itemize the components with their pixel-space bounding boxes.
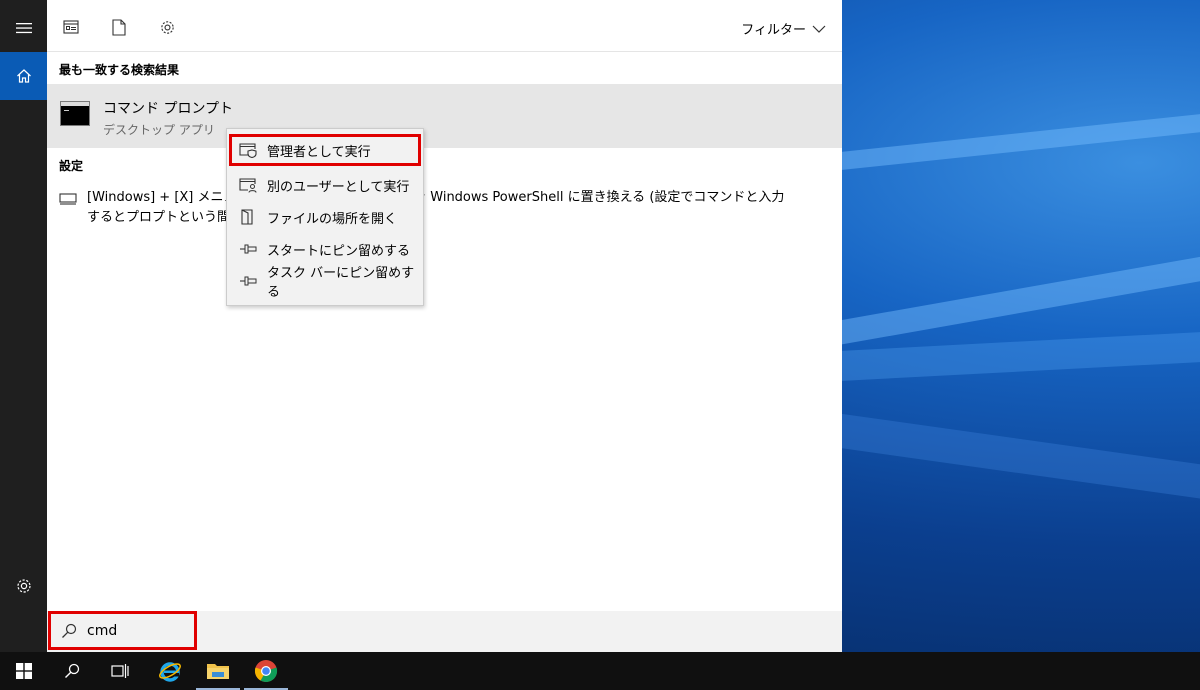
settings-result-line2: するとプロプトという間違 — [87, 210, 244, 225]
search-input[interactable]: cmd — [87, 623, 117, 639]
taskbar — [0, 652, 1200, 690]
settings-filter-button[interactable] — [158, 18, 176, 36]
menu-item-label: スタートにピン留めする — [267, 243, 411, 259]
home-icon — [16, 69, 31, 83]
settings-button[interactable] — [0, 562, 47, 610]
best-match-heading: 最も一致する検索結果 — [59, 63, 180, 77]
start-button[interactable] — [0, 652, 48, 690]
settings-result[interactable]: [Windows] + [X] メニュ ンプトを Windows PowerShe… — [59, 188, 829, 228]
wallpaper-ray — [821, 110, 1200, 172]
chrome-icon — [254, 660, 278, 683]
result-subtitle: デスクトップ アプリ — [103, 123, 215, 137]
search-panel: フィルター 最も一致する検索結果 コマンド プロンプト デスクトップ アプリ 設… — [47, 0, 842, 652]
menu-item-pin-to-start[interactable]: スタートにピン留めする — [235, 236, 417, 262]
apps-filter-button[interactable] — [62, 18, 80, 36]
window-list-icon — [63, 20, 79, 34]
search-box[interactable]: cmd — [47, 611, 842, 652]
task-view-icon — [111, 664, 129, 678]
pin-icon — [239, 241, 257, 257]
chevron-down-icon — [812, 25, 826, 33]
home-button[interactable] — [0, 52, 47, 100]
windows-logo-icon — [16, 663, 32, 679]
settings-result-text: [Windows] + [X] メニュ ンプトを Windows PowerShe… — [87, 188, 784, 228]
hamburger-icon — [15, 23, 32, 34]
wallpaper-ray — [824, 250, 1200, 347]
folder-open-icon — [239, 209, 257, 225]
menu-item-pin-to-taskbar[interactable]: タスク バーにピン留めする — [235, 266, 417, 300]
filter-label: フィルター — [741, 23, 806, 38]
menu-item-run-as-admin[interactable]: 管理者として実行 — [229, 134, 421, 166]
menu-item-label: ファイルの場所を開く — [267, 211, 398, 227]
search-topbar: フィルター — [47, 0, 842, 52]
settings-result-line1-tail: ンプトを Windows PowerShell に置き換える (設定でコマンドと… — [374, 190, 785, 205]
menu-item-label: 別のユーザーとして実行 — [267, 179, 410, 195]
document-icon — [112, 18, 126, 36]
folder-icon — [207, 664, 229, 679]
chrome-button[interactable] — [242, 652, 290, 690]
user-window-icon — [239, 177, 257, 193]
menu-item-label: 管理者として実行 — [267, 144, 371, 160]
shield-window-icon — [239, 142, 257, 158]
settings-result-line1: [Windows] + [X] メニュ — [87, 190, 237, 205]
file-explorer-button[interactable] — [194, 652, 242, 690]
settings-heading: 設定 — [59, 159, 84, 173]
menu-item-open-file-location[interactable]: ファイルの場所を開く — [235, 204, 417, 230]
menu-button[interactable] — [0, 4, 47, 52]
wallpaper-ray — [821, 411, 1200, 504]
gear-icon — [160, 20, 174, 34]
best-match-result[interactable]: コマンド プロンプト デスクトップ アプリ — [47, 84, 842, 148]
task-view-button[interactable] — [96, 652, 144, 690]
filter-dropdown[interactable]: フィルター — [741, 19, 826, 38]
search-icon — [62, 623, 77, 638]
start-rail — [0, 0, 47, 652]
taskbar-search-button[interactable] — [48, 652, 96, 690]
menu-item-run-as-other-user[interactable]: 別のユーザーとして実行 — [235, 172, 417, 198]
internet-explorer-icon — [159, 662, 181, 682]
result-name: コマンド プロンプト — [103, 101, 234, 117]
documents-filter-button[interactable] — [110, 18, 128, 36]
gear-icon — [16, 579, 31, 593]
monitor-icon — [59, 193, 77, 205]
pin-icon — [239, 273, 257, 289]
menu-item-label: タスク バーにピン留めする — [267, 266, 415, 300]
context-menu: 管理者として実行 別のユーザーとして実行 ファイルの場所を開く スタートにピン留… — [226, 128, 424, 306]
command-prompt-icon — [60, 101, 90, 126]
search-icon — [65, 663, 80, 678]
internet-explorer-button[interactable] — [146, 652, 194, 690]
